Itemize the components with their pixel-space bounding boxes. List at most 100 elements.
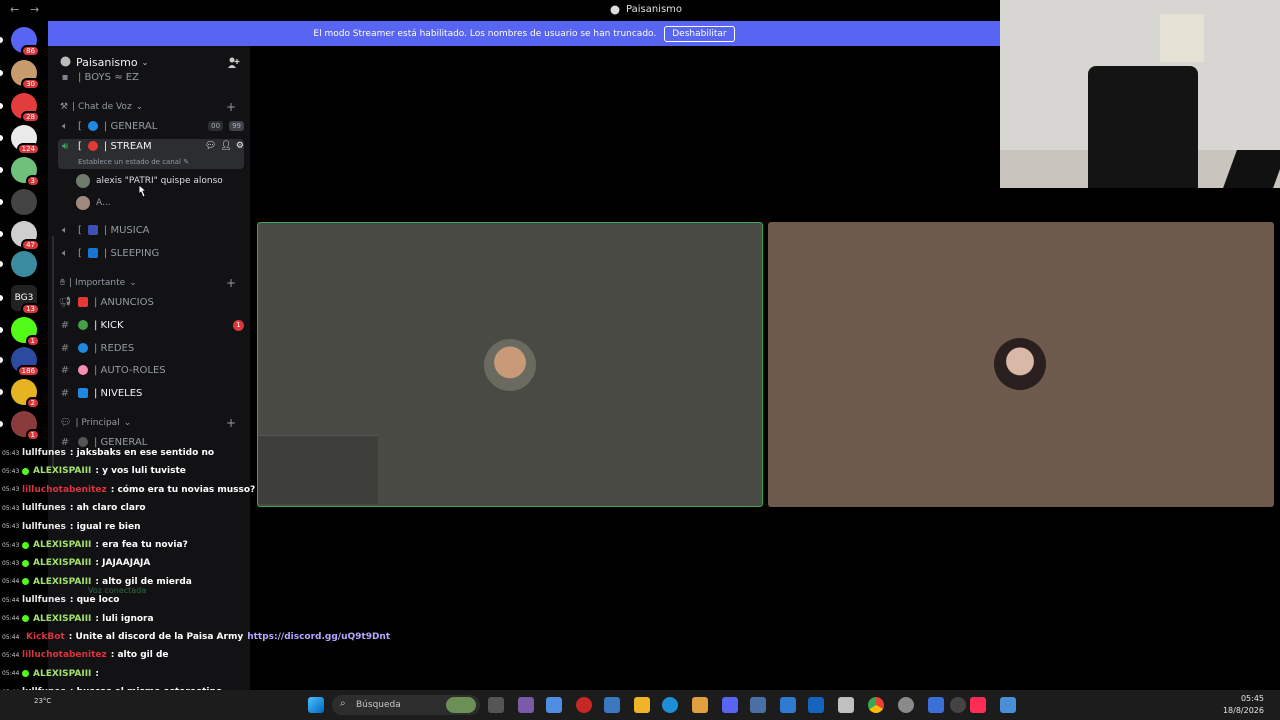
disable-streamer-mode-button[interactable]: Deshabilitar xyxy=(664,25,735,42)
weather-widget[interactable]: 23°C xyxy=(34,697,51,705)
server-icon[interactable]: 86 xyxy=(11,27,40,57)
chat-username[interactable]: lullfunes xyxy=(22,595,66,605)
app-icon[interactable] xyxy=(928,697,944,713)
channel-kick[interactable]: # | KICK 1 xyxy=(58,315,244,335)
chat-text: : Unite al discord de la Paisa Army xyxy=(68,632,244,642)
file-explorer-icon[interactable] xyxy=(634,697,650,713)
unread-pill xyxy=(0,70,3,76)
chat-timestamp: 05:43 xyxy=(2,449,20,457)
invite-icon[interactable]: 👤︎ xyxy=(220,141,231,151)
chat-bubble-icon[interactable]: 💬︎ xyxy=(205,141,216,151)
create-channel-icon[interactable]: + xyxy=(226,276,236,290)
obs-icon[interactable] xyxy=(950,697,966,713)
participant-tile[interactable] xyxy=(768,222,1274,507)
channel-label: | AUTO-ROLES xyxy=(94,364,166,376)
server-icon[interactable]: 28 xyxy=(11,93,40,123)
app-icon[interactable] xyxy=(750,697,766,713)
unread-pill xyxy=(0,231,3,237)
app-icon[interactable] xyxy=(808,697,824,713)
taskbar-search[interactable]: ⌕ Búsqueda xyxy=(332,695,480,715)
chat-timestamp: 05:43 xyxy=(2,504,20,512)
server-icon[interactable] xyxy=(11,189,37,215)
chat-link[interactable]: https://discord.gg/uQ9t9Dnt xyxy=(247,632,390,642)
server-icon[interactable]: 1 xyxy=(11,411,40,441)
chat-username[interactable]: ALEXISPAIII xyxy=(33,614,91,624)
sidebar-scrollbar[interactable] xyxy=(52,236,54,466)
create-channel-icon[interactable]: + xyxy=(226,100,236,114)
chat-username[interactable]: ALEXISPAIII xyxy=(33,669,91,679)
forward-arrow-icon[interactable]: → xyxy=(30,3,39,16)
server-icon[interactable] xyxy=(11,251,37,277)
server-icon[interactable]: 2 xyxy=(11,379,40,409)
gear-icon[interactable]: ⚙︎ xyxy=(236,141,244,151)
chat-username[interactable]: ALEXISPAIII xyxy=(33,466,91,476)
server-icon[interactable]: 1 xyxy=(11,317,40,347)
channel-boys[interactable]: ▪ | BOYS ≈ EZ xyxy=(58,70,244,84)
chat-text: : xyxy=(95,668,100,679)
chevron-down-icon: ⌄ xyxy=(129,278,137,288)
copilot-icon[interactable] xyxy=(546,697,562,713)
chat-username[interactable]: ALEXISPAIII xyxy=(33,540,91,550)
taskbar-clock[interactable]: 05:45 18/8/2026 xyxy=(1223,693,1264,717)
speech-emoji-icon: 💬︎ xyxy=(60,418,72,428)
voice-user-2[interactable]: A... xyxy=(76,196,111,210)
chat-timestamp: 05:44 xyxy=(2,578,20,586)
discord-icon[interactable] xyxy=(722,697,738,713)
channel-redes[interactable]: # | REDES xyxy=(58,338,244,358)
settings-icon[interactable] xyxy=(898,697,914,713)
server-icon[interactable]: BG3 13 xyxy=(11,285,40,315)
pen-app-icon[interactable] xyxy=(518,697,534,713)
opera-icon[interactable] xyxy=(576,697,592,713)
channel-niveles[interactable]: # | NIVELES xyxy=(58,383,244,403)
server-icon[interactable]: 186 xyxy=(11,347,40,377)
chat-username[interactable]: lilluchotabenitez xyxy=(22,485,107,495)
chat-username[interactable]: ALEXISPAIII xyxy=(33,577,91,587)
channel-status-hint[interactable]: Establece un estado de canal ✎ xyxy=(78,158,189,166)
chat-username[interactable]: lilluchotabenitez xyxy=(22,650,107,660)
calculator-icon[interactable] xyxy=(1000,697,1016,713)
globe-emoji-icon xyxy=(78,343,88,353)
task-view-icon[interactable] xyxy=(488,697,504,713)
chat-username[interactable]: ALEXISPAIII xyxy=(33,558,91,568)
tiktok-icon[interactable] xyxy=(970,697,986,713)
voice-channel-sleeping[interactable]: 🔈︎[| SLEEPING xyxy=(58,243,244,263)
server-icon[interactable]: 47 xyxy=(11,221,40,251)
channel-auto-roles[interactable]: # | AUTO-ROLES xyxy=(58,360,244,380)
server-icon[interactable]: 30 xyxy=(11,60,40,90)
store-icon[interactable] xyxy=(604,697,620,713)
windows-start-icon[interactable] xyxy=(308,697,324,713)
mouse-cursor-icon xyxy=(138,184,148,198)
chrome-icon[interactable] xyxy=(868,697,884,713)
server-icon[interactable]: 124 xyxy=(11,125,40,155)
chat-username[interactable]: lullfunes xyxy=(22,503,66,513)
voice-channel-general[interactable]: 🔈︎ [ | GENERAL 00 99 xyxy=(58,116,244,136)
webcam-overlay xyxy=(1000,0,1280,188)
chat-badge-icon xyxy=(22,467,29,475)
voice-user-1[interactable]: alexis "PATRI" quispe alonso xyxy=(76,174,223,188)
chat-username[interactable]: lullfunes xyxy=(22,448,66,458)
app-icon[interactable] xyxy=(780,697,796,713)
app-icon[interactable] xyxy=(838,697,854,713)
chat-username[interactable]: KickBot xyxy=(26,632,65,642)
up-arrow-emoji-icon xyxy=(78,388,88,398)
server-icon[interactable]: 3 xyxy=(11,157,40,187)
clock-time: 05:45 xyxy=(1240,694,1264,703)
window-title-text: Paisanismo xyxy=(626,4,683,15)
channel-anuncios[interactable]: 📢︎ | ANUNCIOS xyxy=(58,292,244,312)
create-channel-icon[interactable]: + xyxy=(226,416,236,430)
category-principal[interactable]: 💬︎ | Principal ⌄ xyxy=(60,418,131,428)
edge-icon[interactable] xyxy=(662,697,678,713)
back-arrow-icon[interactable]: ← xyxy=(10,3,19,16)
invite-people-icon[interactable] xyxy=(227,56,240,69)
search-icon: ⌕ xyxy=(340,698,346,709)
red-circle-emoji-icon xyxy=(87,141,98,151)
category-importante[interactable]: ✋︎ | Importante ⌄ xyxy=(60,278,137,288)
voice-channel-musica[interactable]: 🔈︎[| MUSICA xyxy=(58,220,244,240)
participant-avatar xyxy=(484,339,536,391)
channel-label: | KICK xyxy=(94,319,124,331)
chat-username[interactable]: lullfunes xyxy=(22,522,66,532)
category-chat-de-voz[interactable]: ⚒ | Chat de Voz ⌄ xyxy=(60,102,143,112)
chat-text: : era fea tu novia? xyxy=(95,540,188,550)
chat-timestamp: 05:43 xyxy=(2,559,20,567)
photos-icon[interactable] xyxy=(692,697,708,713)
